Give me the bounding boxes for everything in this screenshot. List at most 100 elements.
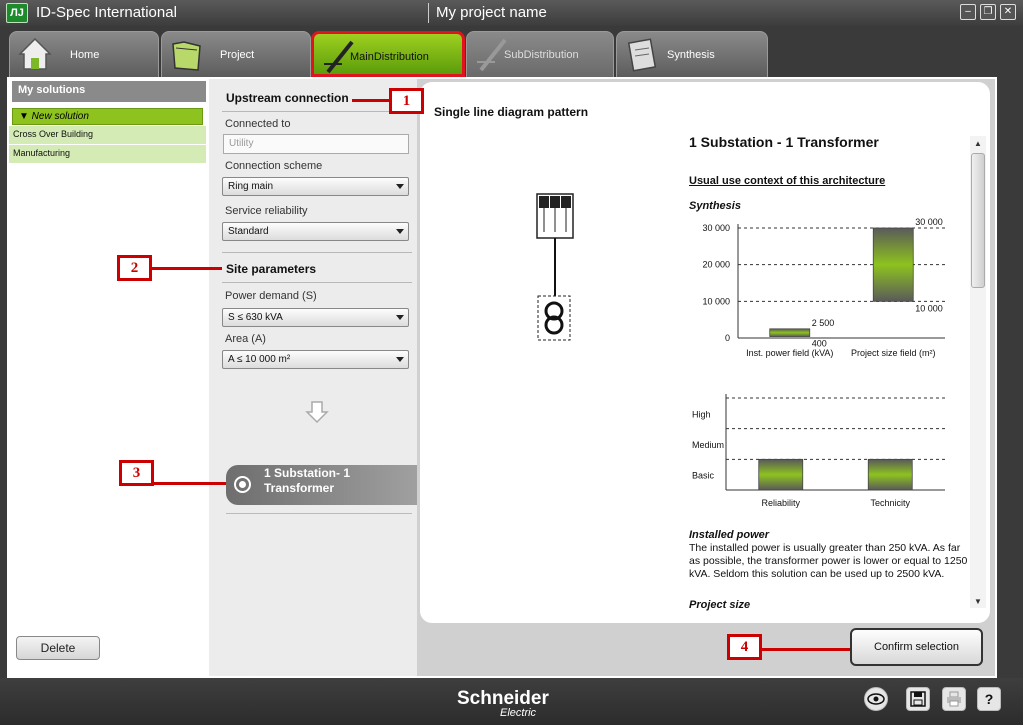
- callout-line: [152, 267, 222, 270]
- tab-label: SubDistribution: [504, 49, 579, 61]
- range-high-label: 30 000: [915, 218, 943, 227]
- connection-scheme-label: Connection scheme: [225, 160, 323, 172]
- range-bar: [769, 328, 811, 337]
- scrollbar-thumb[interactable]: [971, 153, 985, 288]
- divider: [222, 252, 412, 253]
- site-parameters-heading: Site parameters: [226, 262, 317, 276]
- chevron-down-icon: [396, 229, 404, 234]
- solutions-panel: [9, 79, 209, 676]
- installed-power-heading: Installed power: [689, 529, 770, 541]
- x-tick-label: Inst. power field (kVA): [746, 348, 833, 358]
- app-title: ID-Spec International: [36, 4, 177, 21]
- project-name: My project name: [436, 4, 547, 21]
- tab-label: MainDistribution: [350, 51, 429, 63]
- my-solutions-heading: My solutions: [12, 81, 206, 102]
- help-icon[interactable]: ?: [977, 687, 1001, 711]
- eye-icon[interactable]: [864, 687, 888, 711]
- new-solution-item[interactable]: ▼ New solution: [12, 108, 203, 125]
- minimize-icon[interactable]: –: [960, 4, 976, 20]
- tab-project[interactable]: Project: [161, 31, 311, 77]
- select-value: S ≤ 630 kVA: [228, 312, 283, 323]
- callout-3: 3: [119, 460, 154, 486]
- radio-selected-icon[interactable]: [234, 476, 251, 493]
- architecture-result-label: 1 Substation- 1 Transformer: [264, 466, 384, 496]
- usual-context-heading: Usual use context of this architecture: [689, 175, 886, 187]
- synthesis-heading: Synthesis: [689, 200, 741, 212]
- title-separator: [428, 3, 429, 23]
- single-line-diagram: [536, 193, 574, 341]
- tab-label: Synthesis: [667, 49, 715, 61]
- range-chart: 010 00020 00030 0002 500400Inst. power f…: [702, 218, 945, 358]
- y-tick-label: 0: [725, 333, 730, 343]
- level-label: Medium: [692, 440, 724, 450]
- level-label: High: [692, 409, 711, 419]
- x-tick-label: Reliability: [761, 498, 800, 508]
- select-value: Ring main: [228, 181, 274, 192]
- chevron-down-icon: [396, 315, 404, 320]
- connected-to-field[interactable]: Utility: [223, 134, 409, 154]
- callout-2: 2: [117, 255, 152, 281]
- result-label-line: Transformer: [264, 481, 335, 495]
- service-reliability-select[interactable]: Standard: [222, 222, 409, 241]
- brand-logo-sub: Electric: [500, 707, 537, 719]
- installed-power-text: The installed power is usually greater t…: [689, 542, 968, 580]
- area-select[interactable]: A ≤ 10 000 m²: [222, 350, 409, 369]
- folder-icon: [172, 41, 201, 71]
- save-icon[interactable]: [906, 687, 930, 711]
- brand-logo: Schneider: [457, 688, 549, 709]
- level-bar: [758, 458, 804, 491]
- restore-icon[interactable]: ❐: [980, 4, 996, 20]
- y-tick-label: 10 000: [702, 296, 730, 306]
- house-icon: [18, 37, 52, 70]
- print-icon[interactable]: [942, 687, 966, 711]
- tab-subdistribution[interactable]: SubDistribution: [466, 31, 614, 77]
- sld-title: Single line diagram pattern: [434, 105, 589, 119]
- connected-to-label: Connected to: [225, 118, 291, 130]
- level-chart: Basic Medium High Reliability Technicity: [692, 394, 945, 508]
- architecture-title: 1 Substation - 1 Transformer: [689, 134, 879, 150]
- callout-1: 1: [389, 88, 424, 114]
- tab-home[interactable]: Home: [9, 31, 159, 77]
- upstream-connection-heading: Upstream connection: [226, 91, 349, 105]
- y-tick-label: 20 000: [702, 260, 730, 270]
- power-demand-select[interactable]: S ≤ 630 kVA: [222, 308, 409, 327]
- area-label: Area (A): [225, 333, 266, 345]
- power-demand-label: Power demand (S): [225, 290, 317, 302]
- chevron-down-icon: [396, 184, 404, 189]
- divider: [226, 513, 412, 514]
- chevron-down-icon: [396, 357, 404, 362]
- solution-item[interactable]: Manufacturing: [9, 145, 206, 163]
- tab-maindistribution[interactable]: MainDistribution: [311, 31, 465, 77]
- confirm-selection-button[interactable]: Confirm selection: [850, 628, 983, 666]
- callout-4: 4: [727, 634, 762, 660]
- result-label-line: 1 Substation- 1: [264, 466, 351, 480]
- level-label: Basic: [692, 471, 715, 481]
- callout-line: [352, 99, 390, 102]
- delete-button[interactable]: Delete: [16, 636, 100, 660]
- project-size-heading: Project size: [689, 599, 751, 611]
- level-bar: [867, 458, 913, 491]
- notebook-icon: [627, 38, 657, 72]
- service-reliability-label: Service reliability: [225, 205, 308, 217]
- x-tick-label: Project size field (m²): [851, 348, 936, 358]
- callout-line: [154, 482, 226, 485]
- connection-scheme-select[interactable]: Ring main: [222, 177, 409, 196]
- divider: [222, 282, 412, 283]
- down-arrow-icon: [305, 401, 329, 424]
- solution-item[interactable]: Cross Over Building: [9, 126, 206, 144]
- range-bar: [872, 227, 914, 302]
- close-icon[interactable]: ✕: [1000, 4, 1016, 20]
- range-low-label: 10 000: [915, 303, 943, 313]
- scroll-down-icon[interactable]: ▼: [974, 597, 982, 606]
- callout-line: [762, 648, 850, 651]
- y-tick-label: 30 000: [702, 223, 730, 233]
- select-value: Standard: [228, 226, 269, 237]
- x-tick-label: Technicity: [870, 498, 910, 508]
- tab-synthesis[interactable]: Synthesis: [616, 31, 768, 77]
- scroll-up-icon[interactable]: ▲: [974, 139, 982, 148]
- app-logo-icon: ЛЈ: [6, 3, 28, 23]
- divider: [222, 111, 412, 112]
- range-high-label: 2 500: [812, 318, 835, 328]
- tab-label: Project: [220, 49, 255, 61]
- select-value: A ≤ 10 000 m²: [228, 354, 291, 365]
